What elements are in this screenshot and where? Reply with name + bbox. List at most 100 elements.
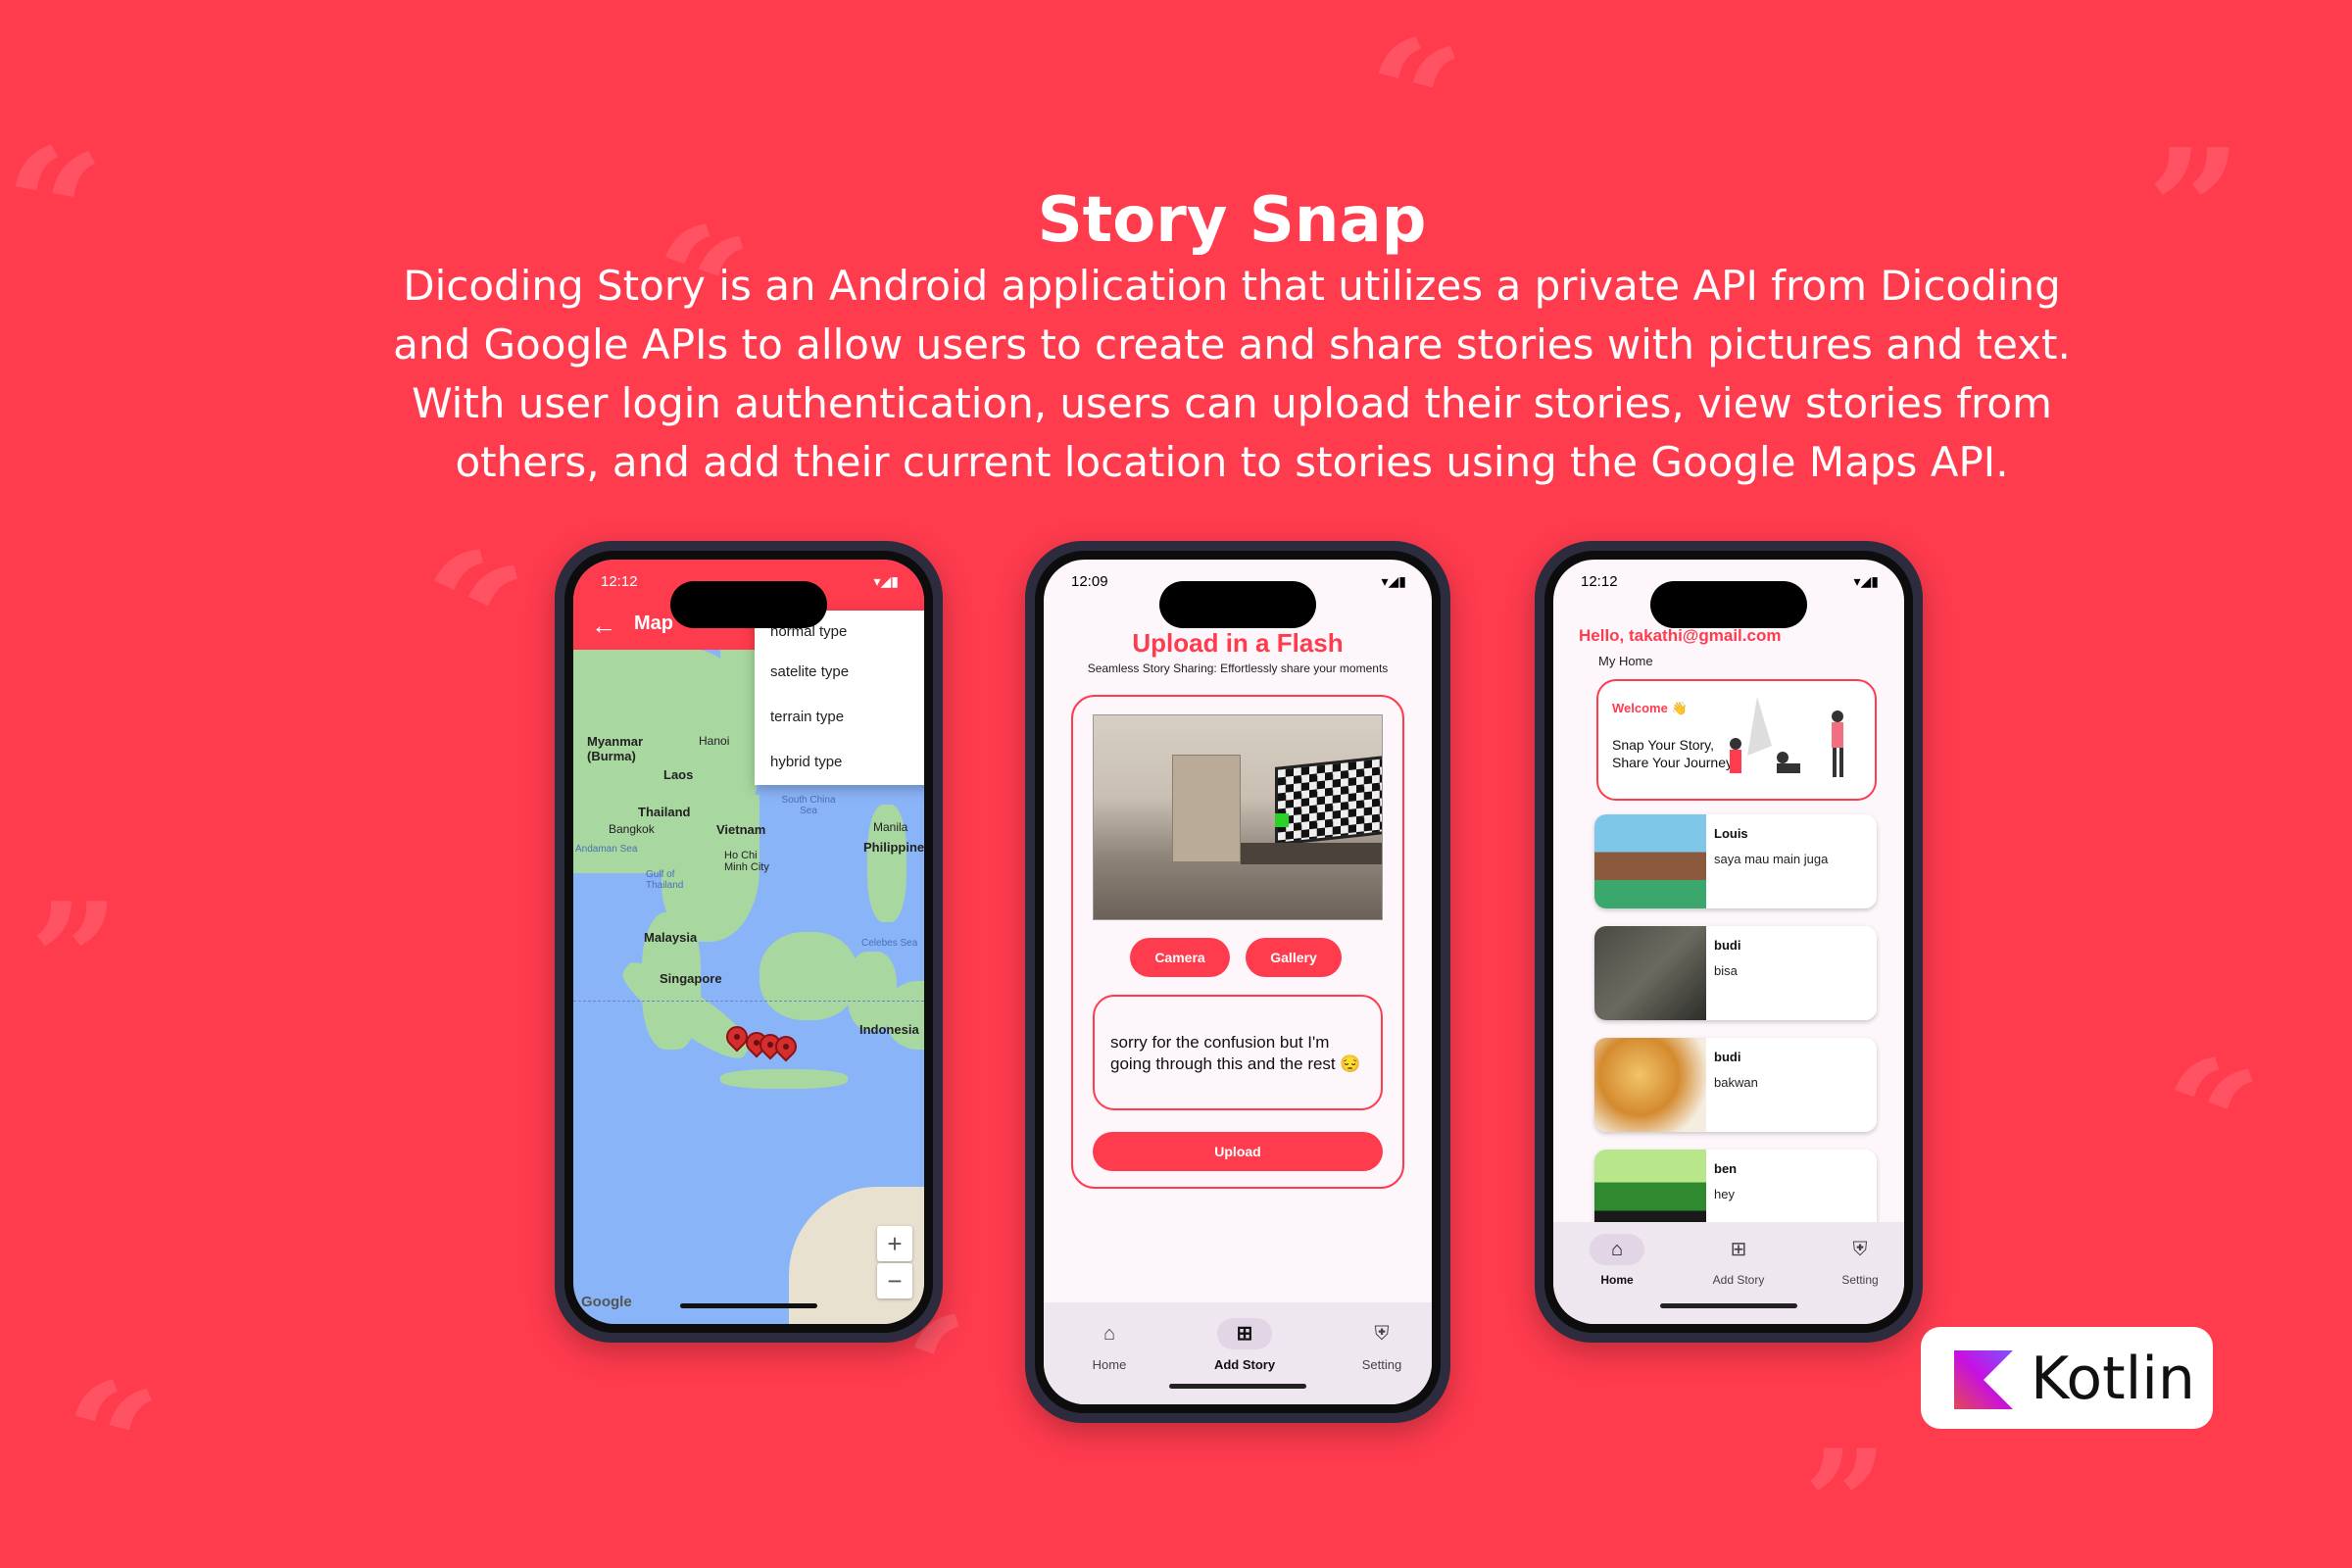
dynamic-island: [1650, 581, 1807, 628]
map-label: Philippines: [863, 840, 924, 855]
nav-add-story[interactable]: ⊞ Add Story: [1685, 1234, 1792, 1287]
welcome-illustration: [1730, 697, 1843, 777]
home-icon: ⌂: [1102, 1323, 1116, 1345]
home-icon: ⌂: [1590, 1234, 1644, 1265]
map-land-papua: [887, 981, 924, 1050]
story-author: Louis: [1714, 826, 1748, 841]
map-title: Map: [634, 612, 673, 634]
gallery-button[interactable]: Gallery: [1246, 938, 1342, 977]
map-label: Ho Chi Minh City: [724, 850, 769, 873]
home-indicator: [680, 1303, 817, 1308]
bottom-navigation: ⌂ Home ⊞ Add Story ⛨ Setting: [1044, 1302, 1432, 1404]
nav-label: Add Story: [1712, 1273, 1765, 1287]
story-author: budi: [1714, 938, 1741, 953]
quote-decoration: “: [374, 503, 545, 722]
welcome-banner: Welcome 👋 Snap Your Story, Share Your Jo…: [1596, 679, 1877, 801]
nav-home[interactable]: ⌂ Home: [1055, 1318, 1163, 1372]
page-description: Dicoding Story is an Android application…: [393, 262, 2071, 486]
story-text: saya mau main juga: [1714, 852, 1829, 866]
phone-home-screen: 12:12 ▾◢▮ Hello, takathi@gmail.com My Ho…: [1535, 541, 1923, 1343]
home-indicator: [1660, 1303, 1797, 1308]
image-checker-screen: [1275, 752, 1382, 846]
map-equator-line: [573, 1001, 924, 1002]
phone-map-screen: 12:12 ▾◢▮ ← Map Myanmar (Burma) Laos Tha…: [555, 541, 943, 1343]
map-label: Indonesia: [859, 1022, 919, 1037]
status-time: 12:12: [601, 573, 638, 590]
add-box-icon: ⊞: [1730, 1239, 1747, 1260]
nav-home[interactable]: ⌂ Home: [1563, 1234, 1671, 1287]
map-type-menu: normal type satelite type terrain type h…: [755, 611, 924, 785]
nav-label: Home: [1600, 1273, 1634, 1287]
nav-setting[interactable]: ⛨ Setting: [1328, 1318, 1432, 1372]
map-label: Singapore: [660, 971, 722, 986]
map-label: Malaysia: [644, 930, 698, 945]
nav-add-story[interactable]: ⊞ Add Story: [1191, 1318, 1298, 1372]
quote-decoration: ”: [1803, 1418, 1888, 1568]
phone-add-story-screen: 12:09 ▾◢▮ Upload in a Flash Seamless Sto…: [1025, 541, 1450, 1423]
story-description-input[interactable]: sorry for the confusion but I'm going th…: [1093, 995, 1383, 1110]
story-author: ben: [1714, 1161, 1738, 1176]
map-sea-label: Celebes Sea: [861, 938, 918, 949]
welcome-title: Welcome 👋: [1612, 701, 1688, 715]
menu-item-satelite-type[interactable]: satelite type: [755, 650, 924, 695]
map-sea-label: Gulf of Thailand: [646, 869, 684, 891]
home-indicator: [1169, 1384, 1306, 1389]
quote-decoration: “: [1340, 0, 1475, 199]
page-title: Story Snap: [1037, 184, 1427, 257]
dynamic-island: [670, 581, 827, 628]
status-icons: ▾◢▮: [1381, 573, 1407, 589]
screen-subtitle: Seamless Story Sharing: Effortlessly sha…: [1087, 662, 1389, 675]
status-time: 12:09: [1071, 573, 1108, 590]
map-label: Thailand: [638, 805, 691, 819]
back-arrow-icon[interactable]: ←: [591, 611, 616, 641]
status-icons: ▾◢▮: [873, 573, 900, 589]
map-label: Vietnam: [716, 822, 766, 837]
nav-label: Add Story: [1213, 1357, 1276, 1372]
map-land-java: [720, 1069, 848, 1089]
map-label: Myanmar (Burma): [587, 734, 644, 763]
story-card[interactable]: Louis saya mau main juga: [1594, 814, 1877, 908]
map-label: Hanoi: [699, 734, 730, 748]
greeting-text: Hello, takathi@gmail.com: [1579, 626, 1782, 645]
map-land-borneo: [760, 932, 858, 1020]
status-time: 12:12: [1581, 573, 1618, 590]
nav-label: Setting: [1841, 1273, 1879, 1287]
nav-label: Setting: [1361, 1357, 1402, 1372]
story-thumbnail: [1594, 814, 1706, 908]
shield-gear-icon: ⛨: [1374, 1323, 1390, 1345]
image-green-square: [1275, 813, 1289, 827]
status-icons: ▾◢▮: [1853, 573, 1880, 589]
bottom-navigation: ⌂ Home ⊞ Add Story ⛨ Setting: [1553, 1222, 1904, 1324]
story-thumbnail: [1594, 1038, 1706, 1132]
story-author: budi: [1714, 1050, 1741, 1064]
google-logo: Google: [581, 1294, 632, 1310]
section-title: My Home: [1598, 654, 1653, 668]
screen-title: Upload in a Flash: [1132, 628, 1344, 658]
add-story-card: Camera Gallery sorry for the confusion b…: [1071, 695, 1404, 1189]
image-shelf: [1172, 755, 1241, 862]
kotlin-label: Kotlin: [2031, 1345, 2195, 1413]
dynamic-island: [1159, 581, 1316, 628]
menu-item-terrain-type[interactable]: terrain type: [755, 695, 924, 740]
story-image-preview[interactable]: [1093, 714, 1383, 920]
story-card[interactable]: budi bisa: [1594, 926, 1877, 1020]
zoom-in-button[interactable]: +: [877, 1226, 912, 1261]
nav-setting[interactable]: ⛨ Setting: [1806, 1234, 1904, 1287]
story-card[interactable]: budi bakwan: [1594, 1038, 1877, 1132]
image-tv-stand: [1241, 843, 1382, 864]
story-text: hey: [1714, 1187, 1735, 1201]
map-label: Manila: [873, 820, 908, 834]
menu-item-hybrid-type[interactable]: hybrid type: [755, 740, 924, 785]
zoom-out-button[interactable]: −: [877, 1263, 912, 1298]
shield-gear-icon: ⛨: [1852, 1239, 1868, 1260]
camera-button[interactable]: Camera: [1130, 938, 1230, 977]
upload-button[interactable]: Upload: [1093, 1132, 1383, 1171]
kotlin-badge: Kotlin: [1921, 1327, 2213, 1429]
map-label: Laos: [663, 767, 694, 782]
nav-label: Home: [1092, 1357, 1127, 1372]
add-box-icon: ⊞: [1217, 1318, 1272, 1349]
story-text: bisa: [1714, 963, 1738, 978]
map-sea-label: South China Sea: [781, 795, 836, 816]
quote-decoration: “: [2127, 1014, 2276, 1220]
story-thumbnail: [1594, 926, 1706, 1020]
